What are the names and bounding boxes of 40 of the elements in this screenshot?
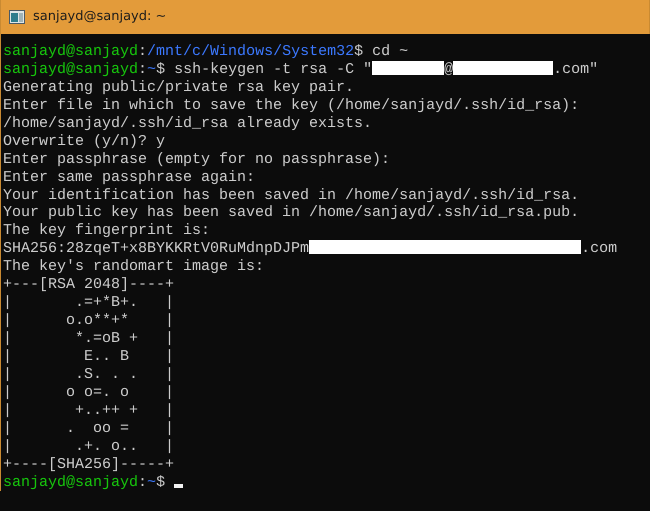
prompt-path: /mnt/c/Windows/System32 <box>147 43 354 60</box>
terminal-text: | .+. o.. | <box>3 438 174 455</box>
prompt-path: ~ <box>147 60 156 78</box>
terminal-text: Overwrite (y/n)? y <box>3 132 166 150</box>
terminal-text: +---[RSA 2048]----+ <box>3 276 174 294</box>
terminal-text: | .S. . . | <box>3 366 174 383</box>
terminal-text: /home/sanjayd/.ssh/id_rsa already exists. <box>3 114 372 132</box>
terminal-text: SHA256:28zqeT+x8BYKKRtV0RuMdnpDJPm <box>3 240 310 258</box>
terminal-text: | .=+*B+. | <box>3 294 174 312</box>
terminal-text: Your public key has been saved in /home/sanjayd/.ssh/id_rsa.pub. <box>3 204 580 222</box>
terminal-text: $ <box>156 474 166 490</box>
terminal-text: : <box>138 474 148 490</box>
terminal-text: $ ssh-keygen -t rsa -C " <box>156 60 372 78</box>
terminal-text: | +..++ + | <box>3 402 174 419</box>
terminal-text: : <box>138 60 148 78</box>
prompt-user: sanjayd@sanjayd <box>3 60 138 78</box>
terminal-text: | E.. B | <box>3 348 174 365</box>
terminal-text: | o.o**+* | <box>3 312 174 330</box>
terminal-text: @ <box>444 60 454 78</box>
window-title: sanjayd@sanjayd: ~ <box>33 8 166 26</box>
cursor-icon <box>174 484 184 488</box>
terminal-text: Enter file in which to save the key (/home/sanjayd/.ssh/id_rsa): <box>3 96 580 114</box>
terminal-text: .com <box>581 240 618 258</box>
terminal-text: Enter passphrase (empty for no passphrase): <box>3 150 390 168</box>
prompt-user: sanjayd@sanjayd <box>3 474 138 490</box>
terminal-text: : <box>138 43 148 60</box>
terminal-text: | *.=oB + | <box>3 330 174 347</box>
prompt-user: sanjayd@sanjayd <box>3 43 138 60</box>
terminal-icon <box>9 9 25 25</box>
terminal-text: | o o=. o | <box>3 384 174 401</box>
terminal-text: Enter same passphrase again: <box>3 168 256 186</box>
terminal-text: The key's randomart image is: <box>3 258 264 276</box>
terminal-text: .com" <box>553 60 598 78</box>
terminal-text: $ cd ~ <box>354 43 408 60</box>
terminal-text: | . oo = | <box>3 420 174 437</box>
terminal-text: +----[SHA256]-----+ <box>3 456 174 473</box>
terminal-text: Your identification has been saved in /home/sanjayd/.ssh/id_rsa. <box>3 186 580 204</box>
prompt-path: ~ <box>147 474 156 490</box>
terminal-text: The key fingerprint is: <box>3 222 210 240</box>
terminal-text: Generating public/private rsa key pair. <box>3 78 354 96</box>
